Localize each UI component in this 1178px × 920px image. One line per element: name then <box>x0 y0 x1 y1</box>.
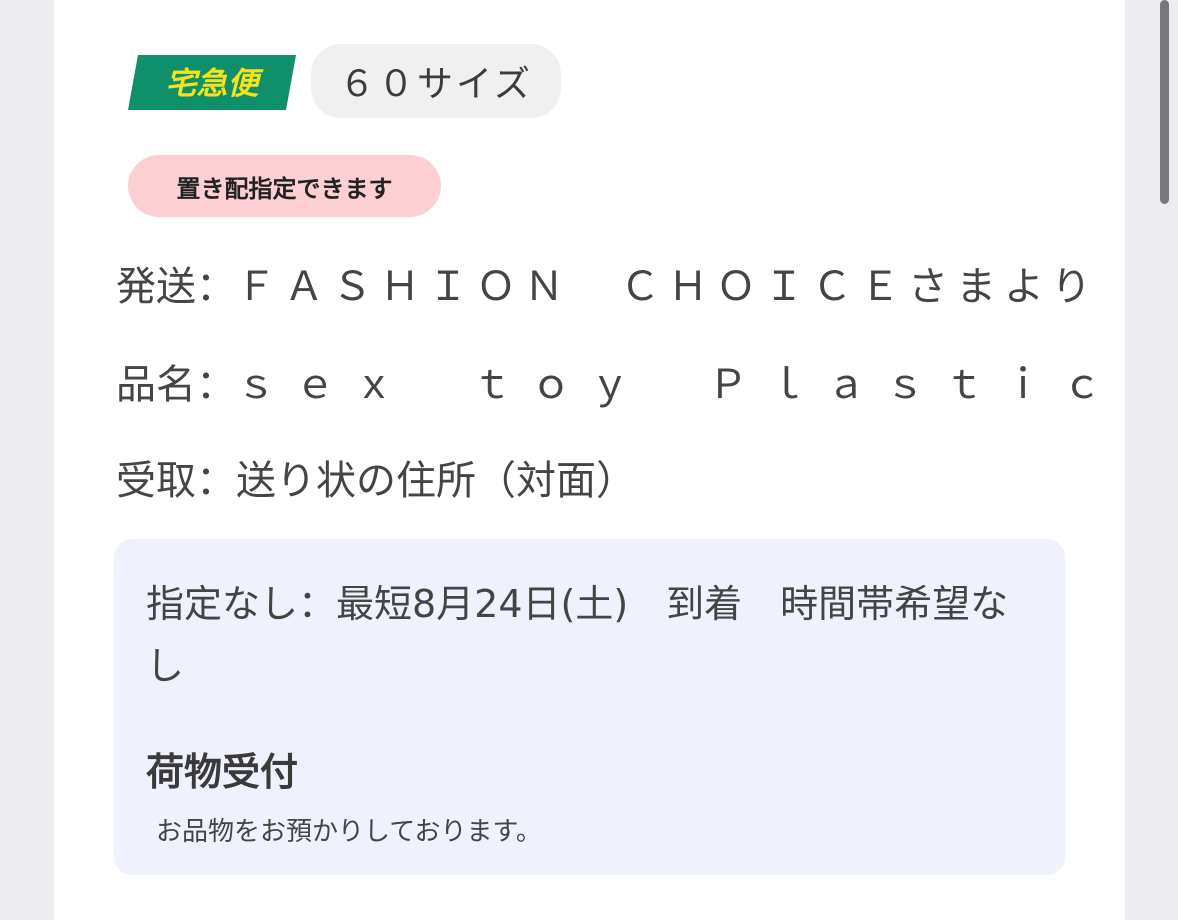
size-label: ６０サイズ <box>311 44 561 118</box>
status-title: 荷物受付 <box>146 750 299 794</box>
sender-label: 発送： <box>116 264 236 310</box>
delivery-schedule: 指定なし：最短8月24日(土) 到着 時間帯希望なし <box>146 582 1009 688</box>
okihai-badge: 置き配指定できます <box>128 155 441 217</box>
scrollbar[interactable] <box>1160 0 1169 204</box>
item-line: 品名：ｓｅｘ ｔｏｙ Ｐｌａｓｔｉｃ <box>116 352 1121 410</box>
sender-value: ＦＡＳＨＩＯＮ ＣＨＯＩＣＥさまより <box>236 264 1100 310</box>
logo-text: 宅急便 <box>166 66 265 102</box>
sender-line: 発送：ＦＡＳＨＩＯＮ ＣＨＯＩＣＥさまより <box>116 254 1099 312</box>
delivery-status-panel: 指定なし：最短8月24日(土) 到着 時間帯希望なし 荷物受付 お品物をお預かり… <box>114 539 1065 875</box>
item-label: 品名： <box>116 362 236 408</box>
receive-label: 受取： <box>116 458 236 504</box>
receive-value: 送り状の住所（対面） <box>236 458 636 504</box>
receive-line: 受取：送り状の住所（対面） <box>116 448 636 506</box>
takkyubin-logo: 宅急便 <box>128 55 296 110</box>
status-description: お品物をお預かりしております。 <box>156 817 542 847</box>
item-value: ｓｅｘ ｔｏｙ Ｐｌａｓｔｉｃ <box>236 362 1121 408</box>
